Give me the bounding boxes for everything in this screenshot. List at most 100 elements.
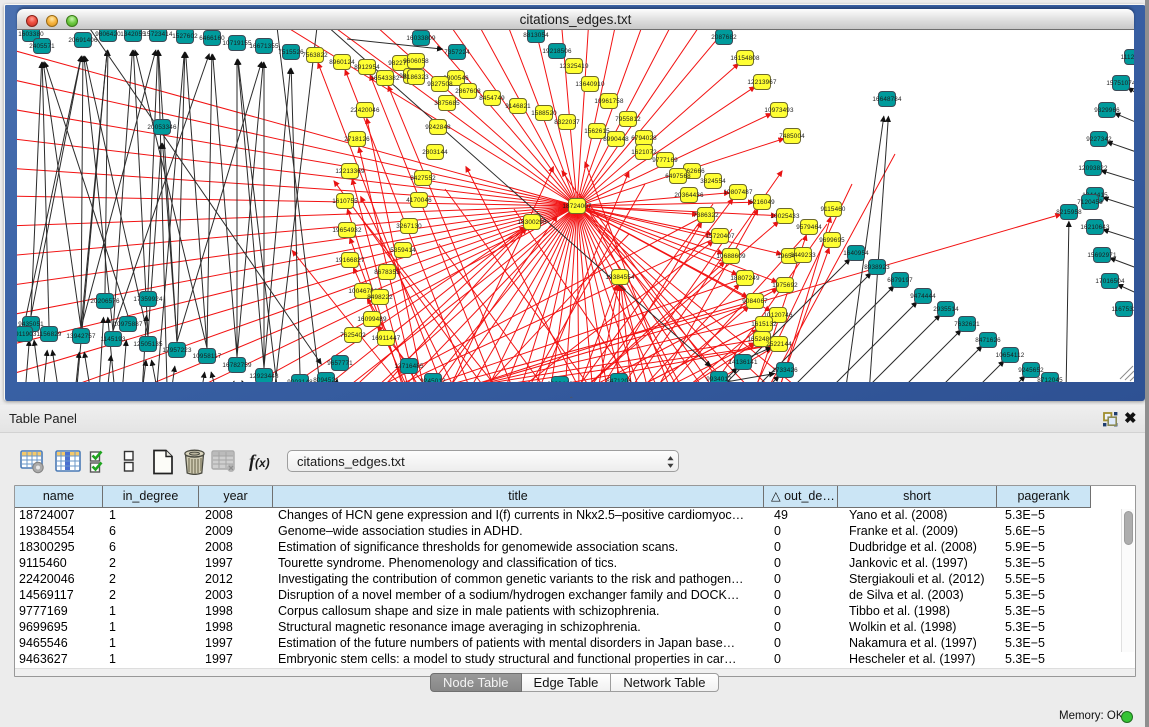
svg-text:2935514: 2935514 — [933, 306, 959, 313]
svg-text:19384554: 19384554 — [605, 274, 635, 281]
svg-text:13716485: 13716485 — [394, 363, 424, 370]
svg-text:9657771: 9657771 — [327, 360, 353, 367]
svg-text:9242848: 9242848 — [425, 124, 451, 131]
svg-text:10807487: 10807487 — [723, 189, 753, 196]
svg-text:22420046: 22420046 — [350, 107, 380, 114]
svg-text:8712045: 8712045 — [1037, 377, 1063, 382]
svg-text:12213967: 12213967 — [747, 79, 777, 86]
svg-text:9245012: 9245012 — [420, 378, 446, 382]
svg-text:8498222: 8498222 — [367, 294, 393, 301]
svg-text:7625402: 7625402 — [340, 332, 366, 339]
svg-text:19218506: 19218506 — [542, 48, 572, 55]
svg-text:9474444: 9474444 — [910, 293, 936, 300]
svg-text:4170046: 4170046 — [406, 197, 432, 204]
svg-text:9579464: 9579464 — [796, 224, 822, 231]
svg-text:18807249: 18807249 — [730, 275, 760, 282]
svg-text:17359924: 17359924 — [133, 296, 163, 303]
svg-text:2803144: 2803144 — [422, 149, 448, 156]
svg-text:16911447: 16911447 — [372, 335, 401, 342]
svg-text:8471206: 8471206 — [606, 378, 632, 382]
svg-text:16543382: 16543382 — [370, 75, 400, 82]
svg-text:15692971: 15692971 — [1087, 252, 1117, 259]
svg-text:9203148: 9203148 — [287, 379, 313, 382]
svg-text:6879197: 6879197 — [887, 277, 913, 284]
svg-text:20053346: 20053346 — [147, 124, 177, 131]
svg-text:20206576: 20206576 — [90, 298, 120, 305]
svg-text:9245652: 9245652 — [1018, 367, 1044, 374]
svg-text:16154808: 16154808 — [730, 55, 760, 62]
svg-text:12505135: 12505135 — [133, 341, 163, 348]
svg-text:2087682: 2087682 — [711, 34, 737, 41]
svg-text:7386322: 7386322 — [693, 212, 719, 219]
svg-text:2522144: 2522144 — [766, 341, 792, 348]
svg-text:2923448: 2923448 — [547, 381, 573, 382]
svg-text:6497568: 6497568 — [665, 173, 691, 180]
svg-text:1588520: 1588520 — [531, 110, 557, 117]
svg-text:10975887: 10975887 — [113, 321, 143, 328]
svg-text:15751074: 15751074 — [1106, 80, 1134, 87]
svg-text:16099489: 16099489 — [357, 316, 387, 323]
svg-text:16210643: 16210643 — [1080, 224, 1110, 231]
svg-text:10973493: 10973493 — [764, 107, 794, 114]
svg-text:9329966: 9329966 — [1094, 107, 1120, 114]
svg-text:7485004: 7485004 — [779, 133, 805, 140]
svg-text:10961758: 10961758 — [594, 98, 624, 105]
svg-text:13942757: 13942757 — [66, 333, 96, 340]
svg-text:1640954: 1640954 — [843, 250, 869, 257]
svg-text:16671355: 16671355 — [249, 43, 279, 50]
svg-text:10958117: 10958117 — [193, 353, 222, 360]
svg-text:1167533: 1167533 — [1111, 306, 1134, 313]
svg-text:1975692: 1975692 — [772, 282, 798, 289]
svg-text:12093822: 12093822 — [1078, 165, 1108, 172]
svg-text:9084067: 9084067 — [742, 298, 768, 305]
svg-text:5359414: 5359414 — [390, 247, 416, 254]
svg-text:1603380: 1603380 — [18, 31, 44, 38]
svg-text:7955812: 7955812 — [615, 116, 641, 123]
svg-text:17016504: 17016504 — [1095, 278, 1125, 285]
svg-text:8678353: 8678353 — [374, 269, 400, 276]
svg-text:8322037: 8322037 — [554, 119, 580, 126]
svg-text:9115460: 9115460 — [820, 206, 845, 213]
svg-text:2867608: 2867608 — [455, 88, 481, 95]
svg-text:9777169: 9777169 — [652, 157, 678, 164]
svg-text:9806420: 9806420 — [95, 31, 121, 38]
svg-text:15723414: 15723414 — [143, 31, 173, 38]
svg-text:8427552: 8427552 — [410, 175, 436, 182]
svg-text:1615132: 1615132 — [751, 321, 777, 328]
svg-text:8471626: 8471626 — [975, 337, 1001, 344]
svg-text:18724007: 18724007 — [562, 203, 592, 210]
svg-text:6216049: 6216049 — [749, 199, 775, 206]
svg-text:8938923: 8938923 — [864, 264, 890, 271]
svg-text:8094521: 8094521 — [313, 377, 339, 382]
svg-text:9227342: 9227342 — [1086, 136, 1112, 143]
svg-text:8813054: 8813054 — [523, 32, 549, 39]
svg-text:7357224: 7357224 — [444, 49, 470, 56]
svg-text:1342055: 1342055 — [120, 31, 146, 38]
svg-text:9327508: 9327508 — [427, 81, 453, 88]
svg-text:12213369: 12213369 — [335, 168, 365, 175]
svg-text:7632621: 7632621 — [954, 321, 980, 328]
svg-text:13640910: 13640910 — [575, 81, 605, 88]
svg-text:8186323: 8186323 — [403, 74, 429, 81]
svg-text:9934012: 9934012 — [706, 376, 732, 382]
svg-text:20691406: 20691406 — [68, 37, 98, 44]
svg-text:1621072: 1621072 — [631, 149, 657, 156]
svg-text:1733426: 1733426 — [772, 367, 798, 374]
svg-text:17957223: 17957223 — [162, 347, 192, 354]
svg-text:3911903: 3911903 — [17, 331, 37, 338]
svg-text:16782759: 16782759 — [222, 362, 252, 369]
svg-text:3875685: 3875685 — [434, 100, 460, 107]
svg-text:3824554: 3824554 — [700, 178, 726, 185]
svg-text:7563822: 7563822 — [302, 52, 328, 59]
svg-text:7120453: 7120453 — [1077, 199, 1103, 206]
svg-text:20364436: 20364436 — [674, 192, 704, 199]
svg-text:2718126: 2718126 — [344, 136, 370, 143]
svg-text:19654932: 19654932 — [332, 227, 362, 234]
svg-text:6794028: 6794028 — [631, 135, 657, 142]
svg-text:3267130: 3267130 — [396, 223, 422, 230]
svg-text:9699695: 9699695 — [819, 237, 845, 244]
svg-text:8454749: 8454749 — [479, 95, 505, 102]
svg-text:1156829: 1156829 — [36, 331, 61, 338]
svg-text:8912954: 8912954 — [354, 64, 380, 71]
svg-text:1610755: 1610755 — [332, 198, 358, 205]
